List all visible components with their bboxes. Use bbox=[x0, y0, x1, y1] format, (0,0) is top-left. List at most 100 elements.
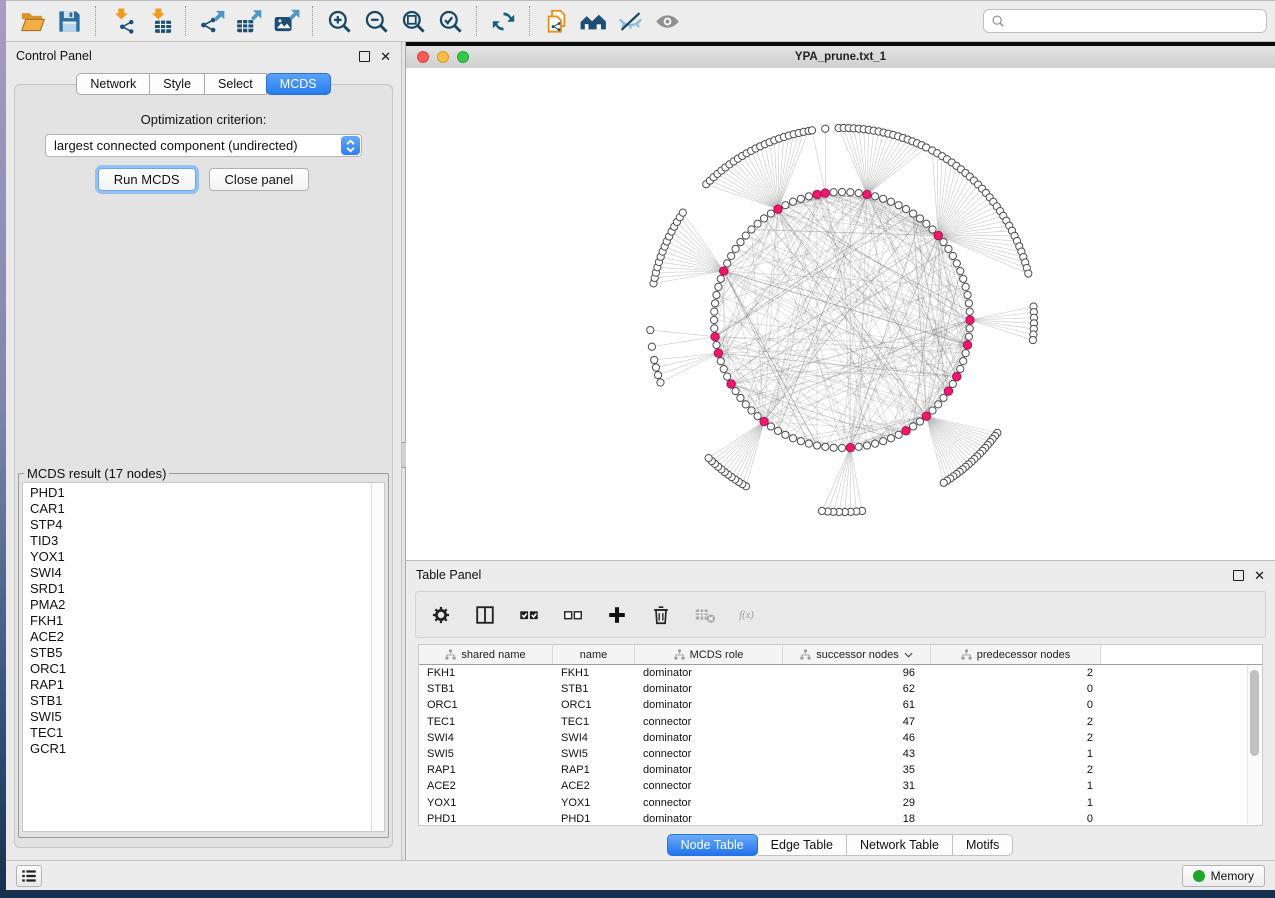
run-mcds-button[interactable]: Run MCDS bbox=[98, 168, 196, 191]
table-row[interactable]: ORC1ORC1dominator610 bbox=[419, 697, 1262, 713]
function-builder-button[interactable]: f(x) bbox=[734, 599, 764, 631]
close-table-panel-icon[interactable]: ✕ bbox=[1254, 569, 1265, 582]
zoom-fit-button[interactable] bbox=[395, 3, 432, 39]
float-panel-icon[interactable] bbox=[359, 51, 370, 62]
result-item[interactable]: FKH1 bbox=[30, 613, 371, 629]
delete-table-icon bbox=[694, 604, 716, 626]
scrollbar-thumb[interactable] bbox=[1250, 670, 1259, 756]
tab-network[interactable]: Network bbox=[76, 73, 150, 95]
tab-style[interactable]: Style bbox=[150, 73, 205, 95]
result-item[interactable]: GCR1 bbox=[30, 741, 371, 757]
table-row[interactable]: PHD1PHD1dominator180 bbox=[419, 811, 1262, 827]
table-row[interactable]: ACE2ACE2connector311 bbox=[419, 778, 1262, 794]
mcds-result-list[interactable]: PHD1CAR1STP4TID3YOX1SWI4SRD1PMA2FKH1ACE2… bbox=[23, 483, 371, 831]
table-cell: FKH1 bbox=[553, 667, 635, 679]
zoom-in-button[interactable] bbox=[321, 3, 358, 39]
criterion-select[interactable]: largest connected component (undirected) bbox=[45, 134, 362, 157]
result-item[interactable]: TEC1 bbox=[30, 725, 371, 741]
result-item[interactable]: TID3 bbox=[30, 533, 371, 549]
column-header-predecessor-nodes[interactable]: predecessor nodes bbox=[931, 645, 1101, 664]
network-canvas[interactable] bbox=[406, 68, 1275, 560]
column-header-MCDS-role[interactable]: MCDS role bbox=[635, 645, 783, 664]
zoom-selected-button[interactable] bbox=[432, 3, 469, 39]
delete-column-button[interactable] bbox=[646, 599, 676, 631]
table-row[interactable]: STB1STB1dominator620 bbox=[419, 681, 1262, 697]
add-column-button[interactable] bbox=[602, 599, 632, 631]
window-maximize-icon[interactable] bbox=[457, 51, 469, 63]
float-table-panel-icon[interactable] bbox=[1233, 570, 1244, 581]
table-scrollbar[interactable] bbox=[1247, 665, 1261, 824]
save-session-button[interactable] bbox=[51, 3, 88, 39]
main-content: Control Panel ✕ NetworkStyleSelectMCDS O… bbox=[6, 42, 1275, 860]
hide-selected-button[interactable] bbox=[612, 3, 649, 39]
table-row[interactable]: TEC1TEC1connector472 bbox=[419, 714, 1262, 730]
column-type-icon bbox=[961, 649, 972, 660]
result-item[interactable]: PMA2 bbox=[30, 597, 371, 613]
export-network-button[interactable] bbox=[194, 3, 231, 39]
open-file-button[interactable] bbox=[14, 3, 51, 39]
column-type-icon bbox=[674, 649, 685, 660]
task-history-button[interactable] bbox=[16, 865, 42, 887]
search-box[interactable] bbox=[983, 9, 1267, 33]
result-item[interactable]: RAP1 bbox=[30, 677, 371, 693]
memory-button-label: Memory bbox=[1211, 869, 1254, 883]
show-columns-button[interactable] bbox=[470, 599, 500, 631]
delete-table-button[interactable] bbox=[690, 599, 720, 631]
result-item[interactable]: CAR1 bbox=[30, 501, 371, 517]
table-cell: 62 bbox=[783, 683, 931, 695]
status-bar: Memory bbox=[6, 860, 1275, 890]
result-item[interactable]: STP4 bbox=[30, 517, 371, 533]
tab-mcds[interactable]: MCDS bbox=[266, 73, 331, 95]
table-cell: 96 bbox=[783, 667, 931, 679]
refresh-view-button[interactable] bbox=[485, 3, 522, 39]
table-row[interactable]: SWI5SWI5connector431 bbox=[419, 746, 1262, 762]
table-row[interactable]: RAP1RAP1dominator352 bbox=[419, 762, 1262, 778]
result-item[interactable]: SWI5 bbox=[30, 709, 371, 725]
table-row[interactable]: SWI4SWI4dominator462 bbox=[419, 730, 1262, 746]
result-item[interactable]: SWI4 bbox=[30, 565, 371, 581]
table-row[interactable]: YOX1YOX1connector291 bbox=[419, 795, 1262, 811]
result-item[interactable]: PHD1 bbox=[30, 485, 371, 501]
search-input[interactable] bbox=[1010, 13, 1259, 29]
export-image-button[interactable] bbox=[268, 3, 305, 39]
result-list-scrollbar[interactable] bbox=[371, 483, 384, 831]
import-table-button[interactable] bbox=[141, 3, 178, 39]
table-cell: 2 bbox=[931, 716, 1101, 728]
column-header-shared-name[interactable]: shared name bbox=[419, 645, 553, 664]
mcds-result-box: MCDS result (17 nodes) PHD1CAR1STP4TID3Y… bbox=[18, 466, 389, 838]
import-network-button[interactable] bbox=[104, 3, 141, 39]
window-close-icon[interactable] bbox=[417, 51, 429, 63]
window-minimize-icon[interactable] bbox=[437, 51, 449, 63]
deselect-all-rows-button[interactable] bbox=[558, 599, 588, 631]
tab-node-table[interactable]: Node Table bbox=[667, 834, 758, 856]
column-type-icon bbox=[800, 649, 811, 660]
column-settings-button[interactable] bbox=[426, 599, 456, 631]
select-all-rows-button[interactable] bbox=[514, 599, 544, 631]
result-item[interactable]: SRD1 bbox=[30, 581, 371, 597]
result-item[interactable]: YOX1 bbox=[30, 549, 371, 565]
show-all-button[interactable] bbox=[649, 3, 686, 39]
table-cell: 43 bbox=[783, 748, 931, 760]
export-table-button[interactable] bbox=[231, 3, 268, 39]
table-cell: STB1 bbox=[553, 683, 635, 695]
result-item[interactable]: ORC1 bbox=[30, 661, 371, 677]
column-header-successor-nodes[interactable]: successor nodes bbox=[783, 645, 931, 664]
table-row[interactable]: FKH1FKH1dominator962 bbox=[419, 665, 1262, 681]
result-item[interactable]: ACE2 bbox=[30, 629, 371, 645]
table-panel-title: Table Panel bbox=[416, 568, 481, 582]
tab-network-table[interactable]: Network Table bbox=[847, 834, 953, 856]
network-titlebar[interactable]: YPA_prune.txt_1 bbox=[406, 46, 1275, 69]
zoom-out-button[interactable] bbox=[358, 3, 395, 39]
criterion-value: largest connected component (undirected) bbox=[46, 138, 341, 153]
close-panel-button[interactable]: Close panel bbox=[209, 168, 310, 191]
tab-edge-table[interactable]: Edge Table bbox=[758, 834, 847, 856]
close-panel-icon[interactable]: ✕ bbox=[380, 50, 391, 63]
memory-button[interactable]: Memory bbox=[1182, 865, 1265, 887]
result-item[interactable]: STB5 bbox=[30, 645, 371, 661]
tab-select[interactable]: Select bbox=[205, 73, 267, 95]
first-neighbors-button[interactable] bbox=[575, 3, 612, 39]
tab-motifs[interactable]: Motifs bbox=[953, 834, 1013, 856]
result-item[interactable]: STB1 bbox=[30, 693, 371, 709]
column-header-name[interactable]: name bbox=[553, 645, 635, 664]
clone-network-button[interactable] bbox=[538, 3, 575, 39]
